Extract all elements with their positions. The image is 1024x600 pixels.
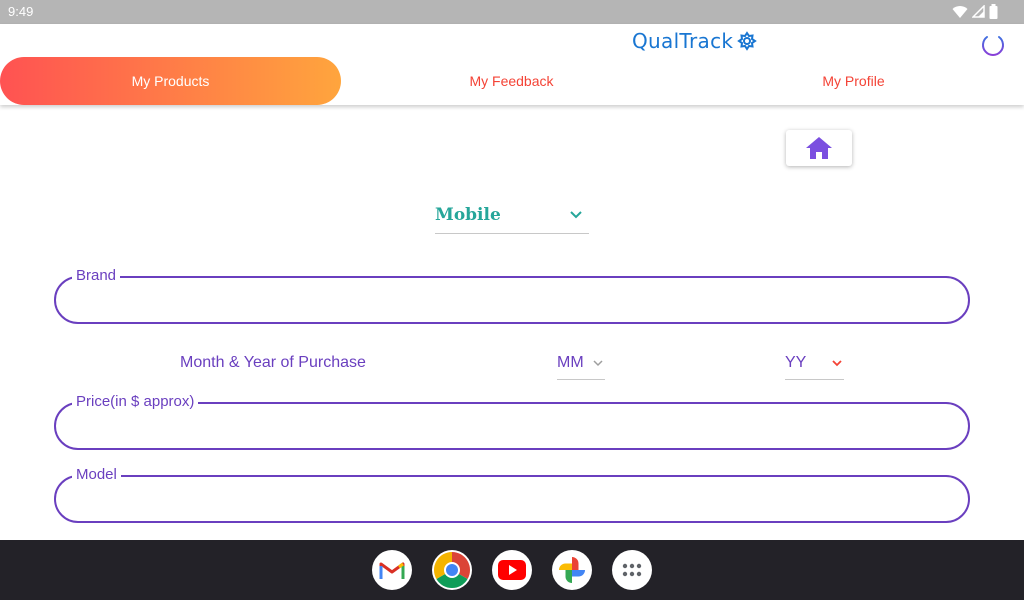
power-button[interactable] [979,28,1007,58]
chrome-glyph [433,552,471,589]
signal-icon [972,5,985,18]
app-header: QualTrack My Products My Feedback My Pro… [0,24,1024,105]
tab-my-feedback[interactable]: My Feedback [341,57,682,105]
tab-my-profile[interactable]: My Profile [683,57,1024,105]
status-icons [952,4,998,19]
year-select[interactable]: YY [785,350,844,380]
nav-bar [0,540,1024,600]
photos-icon[interactable] [552,550,592,590]
year-value: YY [785,354,807,371]
model-field[interactable]: Model [54,466,970,523]
month-value: MM [557,354,584,371]
category-value: Mobile [435,205,501,225]
price-field[interactable]: Price(in $ approx) [54,393,970,450]
wifi-icon [952,5,968,18]
app-name: QualTrack [632,29,734,53]
status-bar: 9:49 [0,0,1024,24]
home-button[interactable] [786,130,852,166]
tab-my-products[interactable]: My Products [0,57,341,105]
app-drawer-glyph [622,563,642,577]
youtube-icon[interactable] [492,550,532,590]
price-label: Price(in $ approx) [72,393,199,410]
app-drawer-icon[interactable] [612,550,652,590]
chevron-down-icon [832,360,842,367]
brand-title: QualTrack [632,29,758,53]
brand-label: Brand [72,267,121,284]
youtube-glyph [498,560,526,580]
month-select[interactable]: MM [557,350,605,380]
status-time: 9:49 [8,4,34,19]
photos-glyph [559,557,585,583]
chevron-down-icon [593,360,603,367]
chevron-down-icon [570,211,582,219]
battery-icon [989,4,998,19]
model-label: Model [72,466,121,483]
gmail-glyph [379,562,405,579]
category-dropdown[interactable]: Mobile [435,200,589,234]
gmail-icon[interactable] [372,550,412,590]
chrome-icon[interactable] [432,550,472,590]
gear-icon [737,31,758,51]
brand-field[interactable]: Brand [54,267,970,324]
power-icon [982,30,1004,56]
home-icon [806,137,832,159]
purchase-date-label: Month & Year of Purchase [180,354,366,371]
